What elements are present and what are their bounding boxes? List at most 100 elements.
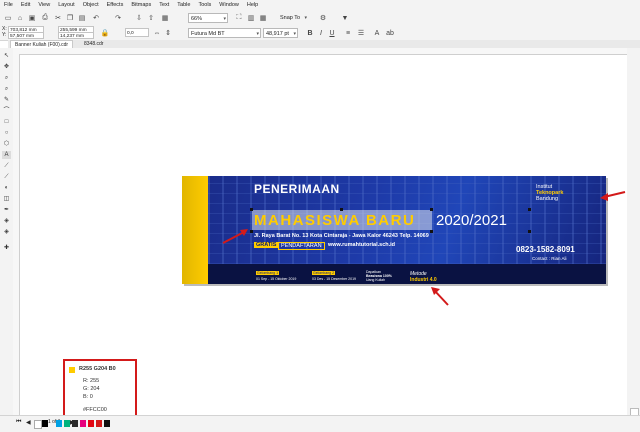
property-bar: X: 703,812 mm Y: 57,507 mm 255,599 mm 14… <box>0 26 640 41</box>
color-info-title: R255 G204 B0 <box>79 366 116 372</box>
palette-swatch-black-2[interactable] <box>104 420 110 427</box>
menu-table[interactable]: Table <box>173 2 194 8</box>
gratis-badge: GRATIS <box>254 242 279 248</box>
artistic-media-tool-icon[interactable]: ⌒ <box>2 107 11 115</box>
menu-file[interactable]: File <box>0 2 17 8</box>
text-properties-icon[interactable]: A <box>372 28 382 38</box>
bullets-icon[interactable]: ☰ <box>356 28 366 38</box>
font-size-select[interactable]: 48,917 pt ▾ <box>263 28 298 38</box>
smart-fill-tool-icon[interactable]: ◈ <box>2 228 11 236</box>
selection-handle[interactable] <box>528 208 531 211</box>
crop-tool-icon[interactable]: ⌕ <box>2 74 11 82</box>
open-folder-icon[interactable]: ⌂ <box>15 13 25 23</box>
print-icon[interactable]: ⎙ <box>40 13 50 23</box>
export-icon[interactable]: ⇧ <box>146 13 156 23</box>
selection-handle[interactable] <box>528 230 531 233</box>
snap-to-dropdown[interactable]: Snap To ▾ <box>278 13 308 23</box>
italic-icon[interactable]: I <box>316 28 326 38</box>
save-icon[interactable]: ▣ <box>27 13 37 23</box>
options-gear-icon[interactable]: ⚙ <box>318 13 328 23</box>
palette-swatch-red[interactable] <box>88 420 94 427</box>
menu-effects[interactable]: Effects <box>103 2 128 8</box>
launch-icon[interactable]: ▼ <box>340 13 350 23</box>
add-tool-icon[interactable]: ✚ <box>2 244 11 252</box>
period-2-dates: 03 Des - 15 Desember 2019 <box>312 277 356 281</box>
bold-icon[interactable]: B <box>305 28 315 38</box>
palette-swatch-white[interactable] <box>34 420 42 429</box>
menu-window[interactable]: Window <box>215 2 243 8</box>
height-field[interactable]: 14,237 mm <box>58 32 94 39</box>
align-icon[interactable]: ≡ <box>343 28 353 38</box>
undo-icon[interactable]: ↶ <box>91 13 101 23</box>
right-panel-scrollbar[interactable] <box>627 48 640 417</box>
y-position-field[interactable]: 57,507 mm <box>8 32 44 39</box>
freehand-tool-icon[interactable]: ✎ <box>2 96 11 104</box>
rulers-icon[interactable]: ▥ <box>246 13 256 23</box>
rotation-angle-field[interactable]: 0,0 <box>125 28 149 37</box>
palette-swatch-cyan[interactable] <box>56 420 62 427</box>
menu-view[interactable]: View <box>34 2 54 8</box>
prev-page-icon[interactable]: ◀ <box>26 419 31 426</box>
eyedropper-tool-icon[interactable]: ✒ <box>2 206 11 214</box>
standard-toolbar: ▭ ⌂ ▣ ⎙ ✂ ❐ ▤ ↶ ↷ ⇩ ⇧ ▦ 66% ▾ ⛶ ▥ ▦ Snap … <box>0 10 640 27</box>
menu-object[interactable]: Object <box>79 2 103 8</box>
grid-icon[interactable]: ▦ <box>258 13 268 23</box>
pdf-icon[interactable]: ▦ <box>160 13 170 23</box>
edit-text-icon[interactable]: ab <box>385 28 395 38</box>
green-value: G: 204 <box>83 386 100 392</box>
hex-value: #FFCC00 <box>83 407 107 413</box>
lock-ratio-icon[interactable]: 🔒 <box>100 28 110 38</box>
copy-icon[interactable]: ❐ <box>65 13 75 23</box>
connector-tool-icon[interactable]: ⟋ <box>2 173 11 181</box>
underline-icon[interactable]: U <box>327 28 337 38</box>
new-document-icon[interactable]: ▭ <box>3 13 13 23</box>
mirror-horizontal-icon[interactable]: ⇔ <box>152 28 162 38</box>
rectangle-tool-icon[interactable]: □ <box>2 118 11 126</box>
transparency-tool-icon[interactable]: ◫ <box>2 195 11 203</box>
cut-icon[interactable]: ✂ <box>53 13 63 23</box>
tab-8348[interactable]: 8348.cdr <box>80 40 107 48</box>
mahasiswa-baru-heading[interactable]: MAHASISWA BARU <box>254 212 415 229</box>
full-screen-icon[interactable]: ⛶ <box>234 13 244 23</box>
chevron-down-icon: ▾ <box>304 15 307 21</box>
vertical-ruler[interactable] <box>13 54 20 415</box>
menu-help[interactable]: Help <box>243 2 262 8</box>
palette-swatch-dark-red[interactable] <box>96 420 102 427</box>
horizontal-ruler[interactable] <box>13 48 627 55</box>
zoom-select[interactable]: 66% ▾ <box>188 13 228 23</box>
menu-bar: File Edit View Layout Object Effects Bit… <box>0 0 640 10</box>
selection-handle[interactable] <box>430 230 433 233</box>
redo-icon[interactable]: ↷ <box>113 13 123 23</box>
selection-handle[interactable] <box>430 208 433 211</box>
palette-swatch-dark[interactable] <box>72 420 78 427</box>
font-family-select[interactable]: Futura Md BT ▾ <box>188 28 261 38</box>
text-tool-icon[interactable]: A <box>2 151 11 159</box>
palette-swatch-magenta[interactable] <box>80 420 86 427</box>
import-icon[interactable]: ⇩ <box>134 13 144 23</box>
selection-handle[interactable] <box>250 208 253 211</box>
drop-shadow-tool-icon[interactable]: ◐ <box>2 184 11 192</box>
interactive-fill-tool-icon[interactable]: ◈ <box>2 217 11 225</box>
menu-text[interactable]: Text <box>155 2 173 8</box>
toolbox: ↖ ✥ ⌕ ⌕ ✎ ⌒ □ ○ ⬡ A ⟋ ⟋ ◐ ◫ ✒ ◈ ◈ ✚ <box>0 48 14 415</box>
ellipse-tool-icon[interactable]: ○ <box>2 129 11 137</box>
paste-icon[interactable]: ▤ <box>77 13 87 23</box>
palette-swatch-black[interactable] <box>42 420 48 427</box>
menu-bitmaps[interactable]: Bitmaps <box>127 2 155 8</box>
mirror-vertical-icon[interactable]: ⇕ <box>163 28 173 38</box>
color-swatch <box>69 367 75 373</box>
shape-tool-icon[interactable]: ✥ <box>2 63 11 71</box>
polygon-tool-icon[interactable]: ⬡ <box>2 140 11 148</box>
menu-edit[interactable]: Edit <box>17 2 34 8</box>
zoom-tool-icon[interactable]: ⌕ <box>2 85 11 93</box>
menu-tools[interactable]: Tools <box>194 2 215 8</box>
parallel-dimension-tool-icon[interactable]: ⟋ <box>2 162 11 170</box>
font-name: Futura Md BT <box>191 31 225 37</box>
selection-handle[interactable] <box>250 230 253 233</box>
callout-arrow-left <box>222 229 248 244</box>
menu-layout[interactable]: Layout <box>54 2 79 8</box>
palette-swatch-teal[interactable] <box>64 420 70 427</box>
first-page-icon[interactable]: ⏮ <box>16 419 21 426</box>
pick-tool-icon[interactable]: ↖ <box>2 52 11 60</box>
selection-handle[interactable] <box>340 208 343 211</box>
